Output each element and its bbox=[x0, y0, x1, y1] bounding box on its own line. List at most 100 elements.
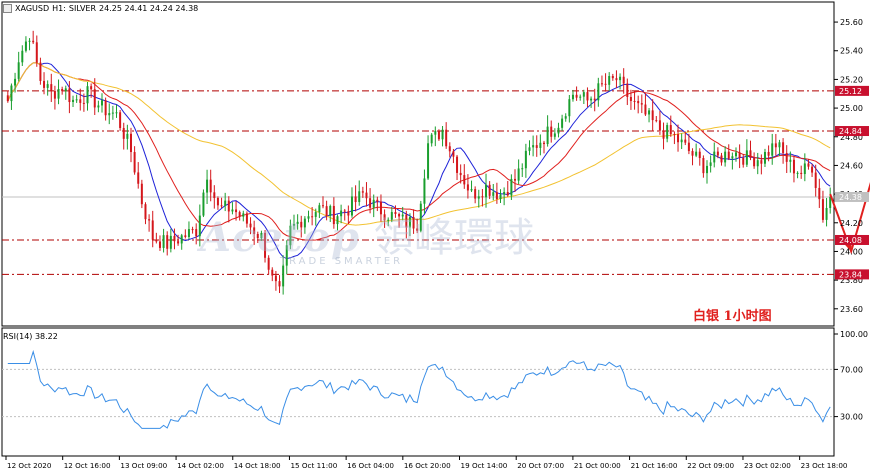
candle-body bbox=[72, 99, 75, 103]
candle-body bbox=[785, 152, 788, 162]
candle-body bbox=[706, 165, 709, 174]
candle-body bbox=[590, 98, 593, 101]
candle-body bbox=[633, 100, 636, 102]
candle-body bbox=[111, 112, 114, 114]
candle-body bbox=[79, 99, 82, 103]
rsi-panel-border bbox=[1, 327, 835, 457]
time-axis[interactable]: 12 Oct 2020 12 Oct 16:00 13 Oct 09:00 14 Oc… bbox=[5, 456, 848, 470]
timeframe: H1: bbox=[52, 4, 66, 13]
forecast-arrow-line bbox=[829, 181, 870, 255]
candle-body bbox=[35, 42, 38, 63]
candle-body bbox=[419, 203, 422, 231]
price-panel-frame bbox=[1, 1, 835, 327]
candle-body bbox=[387, 219, 390, 221]
candle-body bbox=[57, 88, 60, 99]
candle-body bbox=[651, 110, 654, 121]
candle-body bbox=[329, 205, 332, 217]
candle-body bbox=[43, 80, 46, 88]
candle-body bbox=[394, 212, 397, 215]
candle-body bbox=[108, 113, 111, 116]
candle-body bbox=[245, 213, 248, 224]
candle-body bbox=[148, 219, 151, 221]
price-panel-border bbox=[1, 1, 835, 327]
candle-body bbox=[311, 216, 314, 218]
candle-body bbox=[115, 112, 118, 114]
candle-body bbox=[282, 265, 285, 287]
rsi-tick-label: 70.00 bbox=[840, 365, 863, 374]
candle-body bbox=[485, 184, 488, 198]
rsi-tick-label: 100.00 bbox=[840, 330, 868, 339]
candle-body bbox=[235, 209, 238, 213]
candle-body bbox=[401, 214, 404, 217]
candle-body bbox=[423, 178, 426, 204]
candle-body bbox=[90, 86, 93, 90]
candle-body bbox=[75, 99, 78, 101]
candle-body bbox=[456, 156, 459, 173]
candle-body bbox=[151, 220, 154, 240]
candle-body bbox=[677, 134, 680, 143]
symbol: XAGUSD bbox=[15, 4, 50, 13]
candle-body bbox=[760, 160, 763, 164]
candle-body bbox=[619, 76, 622, 81]
candle-body bbox=[97, 105, 100, 108]
candle-body bbox=[644, 104, 647, 115]
price-axis[interactable]: 25.6025.4025.2025.0024.8024.6024.4024.20… bbox=[834, 18, 869, 314]
candle-body bbox=[340, 210, 343, 217]
candle-body bbox=[10, 85, 13, 102]
candle-body bbox=[180, 235, 183, 244]
candle-body bbox=[528, 147, 531, 151]
price-tick-label: 24.00 bbox=[840, 247, 863, 256]
candle-body bbox=[303, 218, 306, 228]
price-tick-label: 24.60 bbox=[840, 161, 863, 170]
candle-body bbox=[684, 139, 687, 143]
candle-body bbox=[350, 196, 353, 216]
candle-body bbox=[129, 133, 132, 153]
rsi-axis[interactable]: 100.00 70.00 30.00 bbox=[834, 330, 868, 422]
candle-body bbox=[343, 210, 346, 212]
candle-body bbox=[506, 191, 509, 196]
candle-body bbox=[101, 100, 104, 106]
chart-window-icon[interactable] bbox=[3, 4, 12, 13]
candle-body bbox=[209, 179, 212, 193]
candle-body bbox=[655, 120, 658, 122]
candle-body bbox=[767, 151, 770, 156]
candle-body bbox=[238, 212, 241, 217]
candle-body bbox=[481, 196, 484, 198]
candle-body bbox=[332, 205, 335, 225]
candle-body bbox=[318, 205, 321, 213]
candle-body bbox=[557, 127, 560, 134]
candle-body bbox=[687, 142, 690, 152]
candle-body bbox=[488, 184, 491, 196]
candle-body bbox=[575, 94, 578, 98]
candle-body bbox=[713, 151, 716, 163]
candle-body bbox=[550, 126, 553, 137]
candle-body bbox=[253, 227, 256, 235]
rsi-line bbox=[2, 349, 834, 429]
rsi-tick-label: 30.00 bbox=[840, 413, 863, 422]
candle-body bbox=[104, 100, 107, 116]
candle-body bbox=[119, 112, 122, 128]
candle-body bbox=[412, 217, 415, 229]
candle-body bbox=[771, 143, 774, 156]
candle-body bbox=[369, 198, 372, 208]
candle-body bbox=[738, 152, 741, 158]
candle-body bbox=[177, 241, 180, 244]
candle-body bbox=[271, 269, 274, 276]
candle-body bbox=[546, 126, 549, 145]
candle-body bbox=[691, 151, 694, 156]
candle-body bbox=[698, 151, 701, 159]
candle-body bbox=[629, 96, 632, 101]
price-tick-label: 25.40 bbox=[840, 47, 863, 56]
candle-body bbox=[669, 125, 672, 135]
rsi-header: RSI(14) 38.22 bbox=[3, 332, 58, 341]
candle-body bbox=[459, 172, 462, 176]
level-price-label: 25.12 bbox=[839, 87, 862, 96]
candle-body bbox=[811, 166, 814, 173]
candle-body bbox=[314, 212, 317, 217]
candle-body bbox=[437, 130, 440, 140]
candle-body bbox=[597, 83, 600, 101]
time-tick-label: 14 Oct 18:00 bbox=[234, 461, 281, 470]
candle-body bbox=[492, 192, 495, 196]
candle-body bbox=[267, 257, 270, 270]
candle-body bbox=[441, 129, 444, 140]
